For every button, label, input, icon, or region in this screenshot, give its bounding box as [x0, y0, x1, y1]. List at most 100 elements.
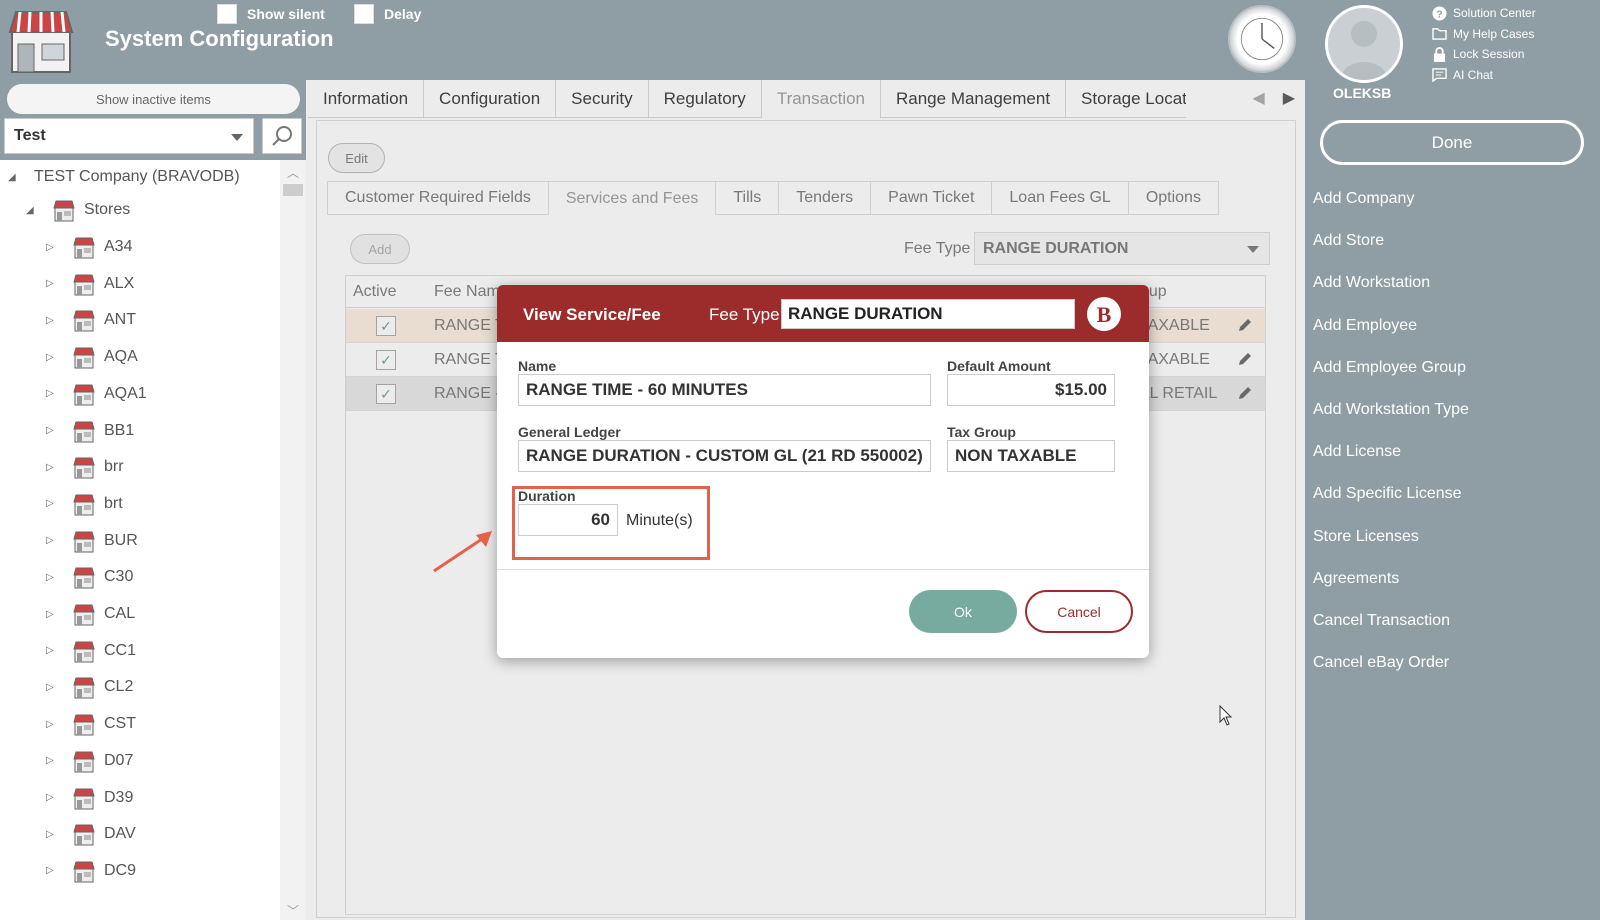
checkbox-box[interactable]: [217, 4, 237, 24]
expand-triangle-icon[interactable]: ▷: [46, 242, 56, 253]
store-code-label: BUR: [104, 531, 138, 549]
store-icon: [73, 567, 95, 589]
name-label: Name: [518, 358, 557, 374]
delay-label: Delay: [384, 6, 422, 22]
duration-field[interactable]: 60: [518, 504, 618, 536]
expand-triangle-icon[interactable]: ▷: [46, 609, 56, 620]
tree-store-item[interactable]: ▷ CAL: [46, 599, 135, 629]
ok-button[interactable]: Ok: [909, 590, 1017, 633]
tree-store-item[interactable]: ▷ DAV: [46, 819, 136, 849]
search-icon: [272, 126, 292, 146]
tree-store-item[interactable]: ▷ brt: [46, 489, 123, 519]
general-ledger-label: General Ledger: [518, 424, 621, 440]
expand-triangle-icon[interactable]: ▷: [46, 865, 56, 876]
add-workstation-action[interactable]: Add Workstation: [1313, 262, 1469, 304]
store-logo-icon: [8, 11, 74, 73]
tree-store-item[interactable]: ▷ C30: [46, 562, 133, 592]
store-tree: ◢ TEST Company (BRAVODB) ◢ Stores ▷ A34 ▷ A…: [0, 160, 306, 920]
tree-store-item[interactable]: ▷ CC1: [46, 636, 136, 666]
show-silent-checkbox[interactable]: Show silent: [217, 4, 325, 24]
store-code-label: AQA1: [104, 384, 147, 402]
tree-scrollbar[interactable]: ︿ ﹀: [280, 160, 306, 920]
tree-store-item[interactable]: ▷ AQA1: [46, 379, 147, 409]
solution-center-link[interactable]: ? Solution Center: [1431, 3, 1536, 24]
tree-store-item[interactable]: ▷ BB1: [46, 416, 134, 446]
expand-triangle-icon[interactable]: ▷: [46, 352, 56, 363]
avatar[interactable]: [1325, 5, 1403, 83]
tree-store-item[interactable]: ▷ CST: [46, 709, 136, 739]
tree-company-node[interactable]: ◢ TEST Company (BRAVODB): [8, 162, 240, 192]
chat-icon: [1431, 67, 1447, 83]
tree-store-item[interactable]: ▷ A34: [46, 232, 132, 262]
store-icon: [73, 384, 95, 406]
action-list: Add Company Add Store Add Workstation Ad…: [1313, 178, 1469, 684]
store-select[interactable]: Test: [4, 118, 254, 154]
add-employee-group-action[interactable]: Add Employee Group: [1313, 347, 1469, 389]
store-code-label: CC1: [104, 641, 137, 659]
store-icon: [73, 677, 95, 699]
tree-store-item[interactable]: ▷ ALX: [46, 269, 134, 299]
expand-triangle-icon[interactable]: ▷: [46, 572, 56, 583]
tree-store-item[interactable]: ▷ ANT: [46, 305, 136, 335]
tree-store-item[interactable]: ▷ D39: [46, 783, 133, 813]
collapse-triangle-icon[interactable]: ◢: [26, 205, 36, 216]
dialog-fee-type-label: Fee Type: [709, 305, 780, 324]
search-button[interactable]: [262, 118, 302, 154]
add-company-action[interactable]: Add Company: [1313, 178, 1469, 220]
ai-chat-label: AI Chat: [1453, 67, 1494, 82]
my-help-cases-link[interactable]: My Help Cases: [1431, 24, 1536, 45]
cancel-transaction-action[interactable]: Cancel Transaction: [1313, 600, 1469, 642]
store-code-label: D07: [104, 751, 134, 769]
checkbox-box[interactable]: [354, 4, 374, 24]
add-store-action[interactable]: Add Store: [1313, 220, 1469, 262]
expand-triangle-icon[interactable]: ▷: [46, 498, 56, 509]
scroll-up-icon[interactable]: ︿: [287, 164, 299, 180]
tree-store-item[interactable]: ▷ AQA: [46, 342, 138, 372]
lock-session-link[interactable]: Lock Session: [1431, 44, 1536, 65]
tree-stores-node[interactable]: ◢ Stores: [26, 195, 130, 225]
cancel-button[interactable]: Cancel: [1025, 590, 1133, 633]
agreements-action[interactable]: Agreements: [1313, 558, 1469, 600]
add-employee-action[interactable]: Add Employee: [1313, 305, 1469, 347]
expand-triangle-icon[interactable]: ▷: [46, 792, 56, 803]
store-icon: [73, 788, 95, 809]
store-code-label: DC9: [104, 861, 137, 879]
expand-triangle-icon[interactable]: ▷: [46, 829, 56, 840]
tree-store-item[interactable]: ▷ BUR: [46, 526, 138, 556]
expand-triangle-icon[interactable]: ▷: [46, 425, 56, 436]
add-workstation-type-action[interactable]: Add Workstation Type: [1313, 389, 1469, 431]
scroll-down-icon[interactable]: ﹀: [287, 902, 299, 918]
add-license-action[interactable]: Add License: [1313, 431, 1469, 473]
lock-session-label: Lock Session: [1453, 47, 1525, 62]
collapse-triangle-icon[interactable]: ◢: [8, 172, 18, 183]
username: OLEKSB: [1333, 85, 1392, 101]
bravo-brand-icon: B: [1087, 297, 1121, 331]
done-button[interactable]: Done: [1320, 120, 1584, 165]
store-code-label: ANT: [104, 311, 136, 329]
expand-triangle-icon[interactable]: ▷: [46, 278, 56, 289]
tree-store-item[interactable]: ▷ CL2: [46, 672, 133, 702]
tree-store-item[interactable]: ▷ brr: [46, 452, 124, 482]
dialog-title: View Service/Fee: [523, 305, 661, 324]
store-icon: [73, 494, 95, 516]
show-inactive-button[interactable]: Show inactive items: [7, 84, 300, 114]
expand-triangle-icon[interactable]: ▷: [46, 719, 56, 730]
default-amount-label: Default Amount: [947, 358, 1051, 374]
delay-checkbox[interactable]: Delay: [354, 4, 421, 24]
add-specific-license-action[interactable]: Add Specific License: [1313, 473, 1469, 515]
cancel-ebay-order-action[interactable]: Cancel eBay Order: [1313, 642, 1469, 684]
store-code-label: CST: [104, 715, 136, 733]
scrollbar-thumb[interactable]: [283, 184, 303, 196]
ai-chat-link[interactable]: AI Chat: [1431, 65, 1536, 86]
expand-triangle-icon[interactable]: ▷: [46, 645, 56, 656]
expand-triangle-icon[interactable]: ▷: [46, 462, 56, 473]
app-title: System Configuration: [105, 26, 334, 51]
expand-triangle-icon[interactable]: ▷: [46, 535, 56, 546]
tree-store-item[interactable]: ▷ DC9: [46, 856, 136, 886]
expand-triangle-icon[interactable]: ▷: [46, 388, 56, 399]
tree-store-item[interactable]: ▷ D07: [46, 746, 133, 776]
expand-triangle-icon[interactable]: ▷: [46, 682, 56, 693]
expand-triangle-icon[interactable]: ▷: [46, 755, 56, 766]
expand-triangle-icon[interactable]: ▷: [46, 315, 56, 326]
store-licenses-action[interactable]: Store Licenses: [1313, 516, 1469, 558]
